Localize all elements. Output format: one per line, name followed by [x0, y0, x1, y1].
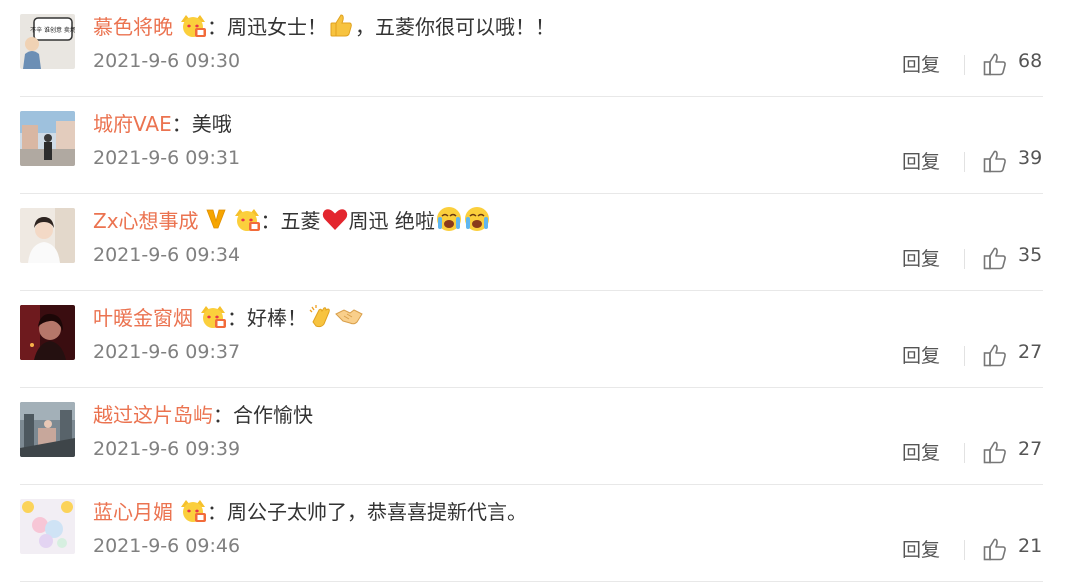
- user-avatar[interactable]: [20, 499, 75, 554]
- red-heart-icon: [322, 209, 347, 230]
- action-separator: [964, 346, 965, 366]
- like-icon[interactable]: [982, 51, 1008, 77]
- comment-content: 叶暖金窗烟 ： 好棒！: [93, 299, 363, 333]
- comment-text: 周公子太帅了，恭喜喜提新代言。: [227, 499, 527, 524]
- comment-text: 周迅女士！: [227, 14, 327, 39]
- username-link[interactable]: 叶暖金窗烟: [93, 302, 193, 331]
- action-separator: [964, 152, 965, 172]
- fan-badge-icon[interactable]: [233, 206, 261, 232]
- comment-content: 越过这片岛屿 ： 合作愉快: [93, 396, 313, 430]
- user-avatar[interactable]: 不辛 谁创意 卖场: [20, 14, 75, 69]
- user-avatar[interactable]: [20, 402, 75, 457]
- verified-v-icon[interactable]: [205, 207, 227, 231]
- action-separator: [964, 540, 965, 560]
- comment-text: 美哦: [191, 111, 232, 136]
- comment-content: 城府VAE ： 美哦: [93, 105, 232, 139]
- avatar-bubble-text: 不辛 谁创意 卖场: [30, 26, 75, 34]
- reply-button[interactable]: 回复: [902, 535, 940, 562]
- comment-content: 蓝心月媚 ： 周公子太帅了，恭喜喜提新代言。: [93, 493, 527, 527]
- comment-content: 慕色将晚 ： 周迅女士！ ，五菱你很可以哦！！: [93, 8, 555, 42]
- like-count: 68: [1018, 50, 1043, 72]
- fan-badge-icon[interactable]: [179, 497, 207, 523]
- user-avatar[interactable]: [20, 111, 75, 166]
- comment-timestamp: 2021-9-6 09:46: [93, 535, 241, 557]
- like-count: 39: [1018, 147, 1043, 169]
- like-count: 21: [1018, 535, 1043, 557]
- comment-colon: ：: [260, 208, 281, 233]
- crying-face-icon: [436, 207, 461, 231]
- comment-timestamp: 2021-9-6 09:37: [93, 341, 241, 363]
- reply-button[interactable]: 回复: [902, 50, 940, 77]
- action-separator: [964, 55, 965, 75]
- thumbs-up-icon: [330, 14, 352, 37]
- comment-text-tail: ，五菱你很可以哦！！: [355, 14, 555, 39]
- comment-timestamp: 2021-9-6 09:34: [93, 244, 241, 266]
- comment-list: 不辛 谁创意 卖场 慕色将晚 ： 周迅女士！ ，五菱你很可以哦！！ 2021-9…: [0, 0, 1080, 582]
- comment-colon: ：: [213, 402, 233, 427]
- comment-item: 城府VAE ： 美哦 2021-9-6 09:31 回复 39: [0, 97, 1080, 194]
- username-link[interactable]: 越过这片岛屿: [93, 399, 213, 428]
- comment-colon: ：: [227, 305, 247, 330]
- comment-item: Zx心想事成 ： 五菱 周迅 绝啦 2021-9-6 09:34 回复 35: [0, 194, 1080, 291]
- portrait-avatar-image: [20, 208, 75, 263]
- like-count: 35: [1018, 244, 1043, 266]
- comment-colon: ：: [207, 14, 227, 39]
- username-link[interactable]: Zx心想事成: [93, 205, 199, 234]
- crying-face-icon: [464, 207, 489, 231]
- comment-timestamp: 2021-9-6 09:31: [93, 147, 241, 169]
- comment-text: 五菱: [280, 208, 321, 233]
- comment-item: 叶暖金窗烟 ： 好棒！ 2021-9-6 09:37 回复 27: [0, 291, 1080, 388]
- clapping-hands-icon: [309, 305, 330, 328]
- username-link[interactable]: 蓝心月媚: [93, 496, 173, 525]
- user-avatar[interactable]: [20, 208, 75, 263]
- like-icon[interactable]: [982, 148, 1008, 174]
- cartoon-avatar-image: 不辛 谁创意 卖场: [20, 14, 75, 69]
- reply-button[interactable]: 回复: [902, 147, 940, 174]
- reply-button[interactable]: 回复: [902, 244, 940, 271]
- like-count: 27: [1018, 438, 1043, 460]
- action-separator: [964, 443, 965, 463]
- handshake-icon: [335, 309, 363, 325]
- comment-colon: ：: [171, 111, 192, 136]
- comment-item: 越过这片岛屿 ： 合作愉快 2021-9-6 09:39 回复 27: [0, 388, 1080, 485]
- street-photo-avatar-image: [20, 111, 75, 166]
- like-icon[interactable]: [982, 536, 1008, 562]
- city-photo-avatar-image: [20, 402, 75, 457]
- comment-text-tail: 周迅 绝啦: [348, 208, 435, 233]
- reply-button[interactable]: 回复: [902, 438, 940, 465]
- comment-timestamp: 2021-9-6 09:30: [93, 50, 241, 72]
- fan-badge-icon[interactable]: [199, 303, 227, 329]
- comment-text: 好棒！: [247, 305, 307, 330]
- like-icon[interactable]: [982, 245, 1008, 271]
- like-icon[interactable]: [982, 439, 1008, 465]
- action-separator: [964, 249, 965, 269]
- comment-text: 合作愉快: [233, 402, 313, 427]
- reply-button[interactable]: 回复: [902, 341, 940, 368]
- dark-portrait-avatar-image: [20, 305, 75, 360]
- comment-item: 蓝心月媚 ： 周公子太帅了，恭喜喜提新代言。 2021-9-6 09:46 回复…: [0, 485, 1080, 582]
- like-icon[interactable]: [982, 342, 1008, 368]
- user-avatar[interactable]: [20, 305, 75, 360]
- username-link[interactable]: 慕色将晚: [93, 11, 173, 40]
- comment-item: 不辛 谁创意 卖场 慕色将晚 ： 周迅女士！ ，五菱你很可以哦！！ 2021-9…: [0, 0, 1080, 97]
- pastel-avatar-image: [20, 499, 75, 554]
- fan-badge-icon[interactable]: [179, 12, 207, 38]
- comment-colon: ：: [207, 499, 227, 524]
- like-count: 27: [1018, 341, 1043, 363]
- username-link[interactable]: 城府VAE: [93, 108, 172, 137]
- comment-content: Zx心想事成 ： 五菱 周迅 绝啦: [93, 202, 491, 236]
- comment-timestamp: 2021-9-6 09:39: [93, 438, 241, 460]
